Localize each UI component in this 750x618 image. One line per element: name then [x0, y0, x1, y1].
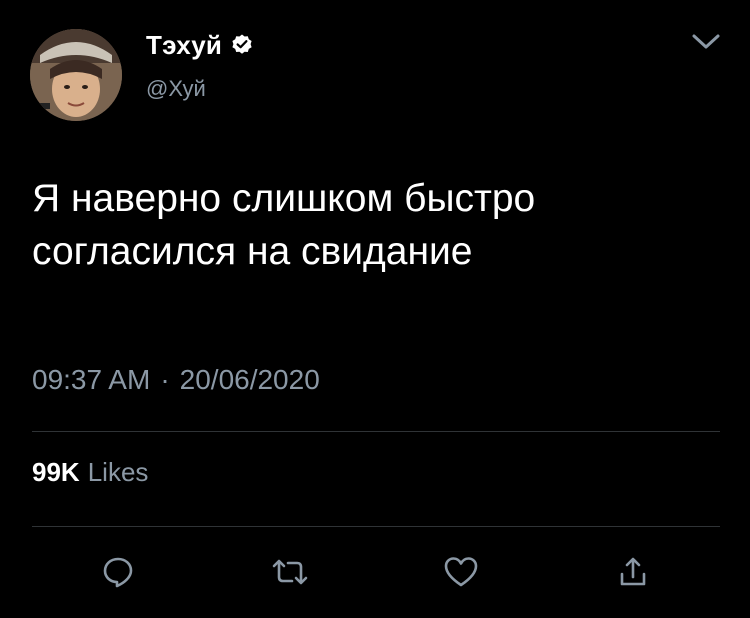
like-button[interactable]: [439, 552, 483, 592]
retweet-button[interactable]: [268, 552, 312, 592]
reply-button[interactable]: [96, 552, 140, 592]
tweet-timestamp[interactable]: 09:37 AM · 20/06/2020: [32, 363, 320, 397]
share-button[interactable]: [611, 552, 655, 592]
chevron-down-icon: [692, 34, 720, 49]
divider-bottom: [32, 526, 720, 527]
tweet-text: Я наверно слишком быстро согласился на с…: [32, 177, 536, 273]
more-options-button[interactable]: [686, 26, 726, 58]
avatar[interactable]: [30, 29, 122, 121]
likes-count: 99K: [32, 457, 80, 487]
avatar-image: [30, 29, 122, 121]
author-display-name[interactable]: Тэхуй: [146, 30, 222, 60]
tweet-date: 20/06/2020: [179, 364, 320, 395]
author-handle[interactable]: @Хуй: [146, 76, 206, 102]
likes-stat[interactable]: 99K Likes: [32, 455, 148, 489]
tweet-time: 09:37 AM: [32, 364, 151, 395]
heart-icon: [444, 557, 478, 587]
author-name-row: Тэхуй: [146, 30, 254, 60]
likes-label: Likes: [87, 457, 149, 487]
reply-icon: [103, 557, 133, 588]
verified-badge-icon: [230, 33, 254, 57]
retweet-icon: [272, 559, 308, 585]
timestamp-separator: ·: [160, 364, 170, 395]
divider-top: [32, 431, 720, 432]
share-icon: [620, 557, 646, 586]
